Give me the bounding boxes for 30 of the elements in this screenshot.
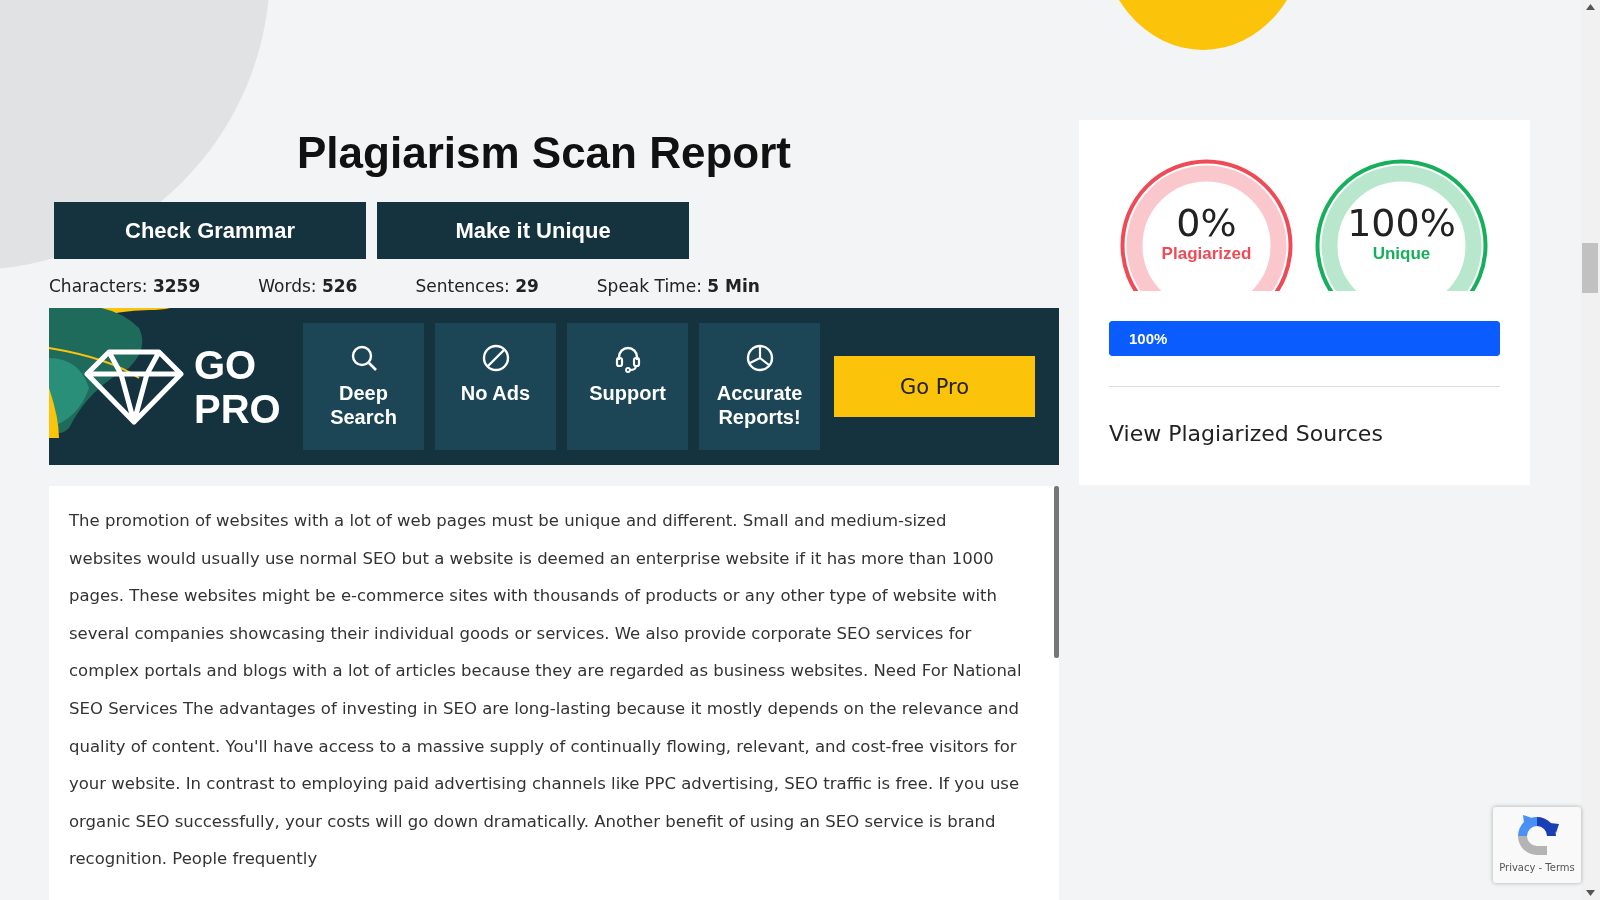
percentage-value: 100%	[1347, 202, 1456, 244]
percentage-value: 0%	[1176, 202, 1237, 244]
diamond-icon	[84, 348, 184, 425]
text-stat: Characters: 3259	[49, 276, 201, 296]
feature-tile[interactable]: Accurate Reports!	[699, 323, 820, 450]
text-stat: Speak Time: 5 Min	[596, 276, 760, 296]
feature-tile[interactable]: Support	[567, 323, 688, 450]
scrollbar[interactable]	[1581, 0, 1600, 900]
gauge-label: Unique	[1372, 244, 1431, 264]
feature-tile[interactable]: No Ads	[435, 323, 556, 450]
go-pro-button[interactable]: Go Pro	[834, 356, 1035, 417]
feature-tile[interactable]: Deep Search	[303, 323, 424, 450]
scroll-down-icon[interactable]	[1586, 890, 1595, 896]
prohibited-icon	[480, 343, 511, 373]
recaptcha-links[interactable]: Privacy - Terms	[1499, 862, 1575, 873]
scanned-text: The promotion of websites with a lot of web pages must be unique and different. Small and medium-sized websites would usually use normal SEO but a website is deemed an enterprise website if it has more than 1000 pages. These websites might be e-commerce sites with thousands of products or any other type of website with several companies showcasing their individual goods or services. We also provide corporate SEO services for complex portals and blogs with a lot of articles because they are regarded as business websites. Need For National SEO Services The advantages of investing in SEO are long-lasting because it mostly depends on the relevance and quality of content. You'll have access to a massive supply of continually flowing, relevant, and cost-free visitors for your website. In contrast to employing paid advertising channels like PPC advertising, SEO traffic is free. If you use organic SEO successfully, your costs will go down dramatically. Another benefit of using an SEO service is brand recognition. People frequently	[69, 510, 1023, 871]
go-pro-heading: GO	[194, 342, 258, 387]
go-pro-heading: PRO	[194, 386, 282, 431]
scrollbar-thumb[interactable]	[1054, 486, 1059, 658]
text-stat: Words: 526	[258, 276, 358, 296]
scroll-up-icon[interactable]	[1586, 4, 1595, 10]
action-button[interactable]: Check Grammar	[54, 202, 366, 259]
page-title: Plagiarism Scan Report	[296, 128, 792, 178]
pie-chart-icon	[744, 343, 775, 373]
progress-reading: 100%	[1128, 330, 1168, 347]
action-button[interactable]: Make it Unique	[377, 202, 689, 259]
scrollbar-thumb[interactable]	[1582, 243, 1598, 293]
sources-link[interactable]: View Plagiarized Sources	[1109, 421, 1383, 446]
text-stat: Sentences: 29	[415, 276, 539, 296]
gauge-label: Plagiarized	[1161, 244, 1252, 264]
